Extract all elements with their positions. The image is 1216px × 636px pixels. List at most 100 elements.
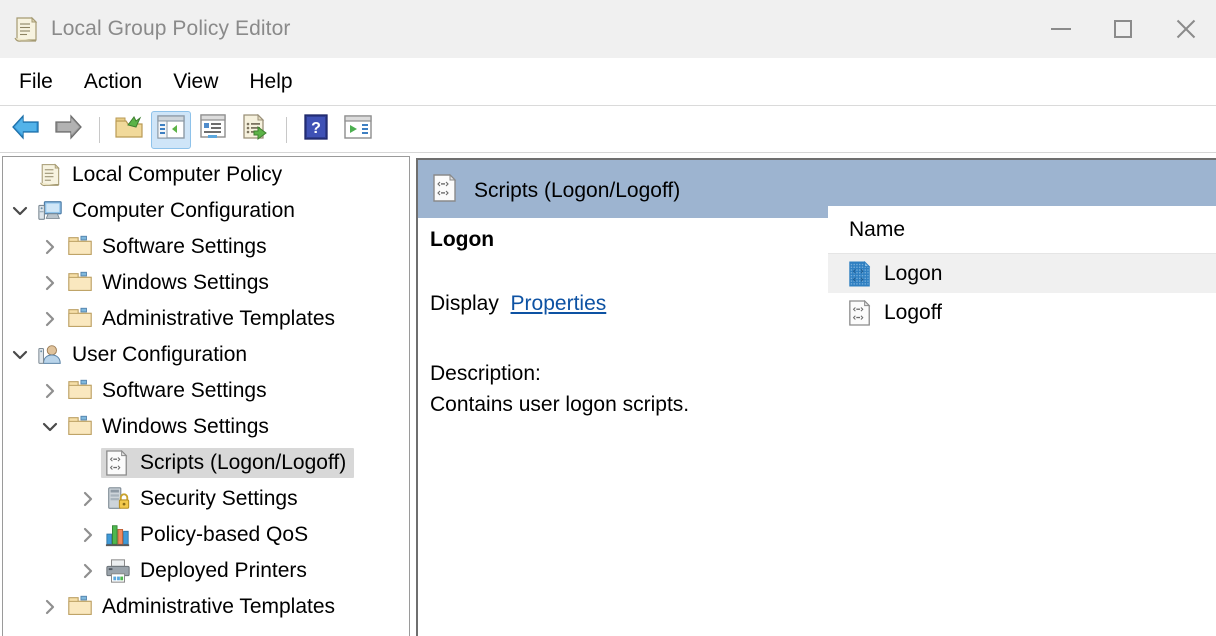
menu-help[interactable]: Help bbox=[237, 66, 304, 98]
tree-node[interactable]: Policy-based QoS bbox=[3, 517, 409, 553]
list-item-label: Logon bbox=[884, 261, 943, 285]
tree-node-content[interactable]: Windows Settings bbox=[63, 412, 277, 442]
tree-node[interactable]: Software Settings bbox=[3, 229, 409, 265]
tree-node-content[interactable]: Software Settings bbox=[63, 232, 275, 262]
user-icon bbox=[37, 342, 63, 368]
tree-node[interactable]: Computer Configuration bbox=[3, 193, 409, 229]
list-item[interactable]: Logon bbox=[828, 254, 1216, 293]
help-question-icon: ? bbox=[303, 114, 329, 145]
chevron-right-icon[interactable] bbox=[77, 524, 99, 546]
forward-button[interactable] bbox=[48, 111, 88, 149]
header-title-group: Scripts (Logon/Logoff) bbox=[432, 173, 680, 207]
menu-action[interactable]: Action bbox=[72, 66, 154, 98]
help-button[interactable]: ? bbox=[296, 111, 336, 149]
tree-node-content[interactable]: Administrative Templates bbox=[63, 304, 343, 334]
properties-link[interactable]: Properties bbox=[511, 292, 607, 315]
folder-icon bbox=[67, 270, 93, 296]
minimize-button[interactable] bbox=[1030, 0, 1092, 58]
back-button[interactable] bbox=[6, 111, 46, 149]
action-pane-icon bbox=[344, 115, 372, 144]
tree-node-label: Administrative Templates bbox=[102, 595, 336, 618]
results-panel: Scripts (Logon/Logoff) Logon Display Pro… bbox=[416, 158, 1216, 636]
tree-node[interactable]: Administrative Templates bbox=[3, 589, 409, 625]
tree-node-label: User Configuration bbox=[72, 343, 248, 366]
show-hide-console-tree-button[interactable] bbox=[151, 110, 191, 149]
selected-item-title: Logon bbox=[430, 228, 495, 251]
tree-node[interactable]: User Configuration bbox=[3, 337, 409, 373]
chevron-right-icon[interactable] bbox=[39, 380, 61, 402]
tree-node[interactable]: Administrative Templates bbox=[3, 301, 409, 337]
list-column-header[interactable]: Name bbox=[828, 206, 1216, 254]
console-tree-panel[interactable]: Local Computer Policy Computer Configurat… bbox=[2, 156, 410, 636]
tree-node-content[interactable]: Deployed Printers bbox=[101, 556, 315, 586]
tree-node-content[interactable]: Security Settings bbox=[101, 484, 306, 514]
tree-node-label: Administrative Templates bbox=[102, 307, 336, 330]
policy-scroll-icon bbox=[11, 14, 41, 44]
chevron-right-icon[interactable] bbox=[39, 596, 61, 618]
script-selected-icon bbox=[848, 260, 873, 287]
tree-node-content[interactable]: Administrative Templates bbox=[63, 592, 343, 622]
tree-node[interactable]: Software Settings bbox=[3, 373, 409, 409]
description-text: Contains user logon scripts. bbox=[430, 393, 690, 416]
bar-chart-icon bbox=[105, 522, 131, 548]
chevron-down-icon[interactable] bbox=[9, 200, 31, 222]
window-controls bbox=[1030, 0, 1216, 58]
menu-view[interactable]: View bbox=[161, 66, 230, 98]
tree-node-label: Local Computer Policy bbox=[72, 163, 283, 186]
security-lock-icon bbox=[105, 486, 131, 512]
tree-node-content[interactable]: Software Settings bbox=[63, 376, 275, 406]
menu-bar: File Action View Help bbox=[0, 58, 1216, 106]
tree-node-content[interactable]: Scripts (Logon/Logoff) bbox=[101, 448, 355, 478]
chevron-right-icon[interactable] bbox=[77, 560, 99, 582]
description-label: Description: bbox=[430, 362, 541, 385]
list-item[interactable]: Logoff bbox=[828, 293, 1216, 332]
tree-node[interactable]: Windows Settings bbox=[3, 409, 409, 445]
svg-text:?: ? bbox=[311, 120, 321, 137]
tree-node-content[interactable]: Windows Settings bbox=[63, 268, 277, 298]
tree-node-content[interactable]: Computer Configuration bbox=[33, 196, 303, 226]
tree-node-label: Policy-based QoS bbox=[140, 523, 309, 546]
tree-node-content[interactable]: Local Computer Policy bbox=[33, 160, 290, 190]
folder-icon bbox=[67, 414, 93, 440]
printer-icon bbox=[105, 558, 131, 584]
scripts-icon bbox=[848, 299, 873, 326]
chevron-right-icon[interactable] bbox=[39, 308, 61, 330]
column-header-name[interactable]: Name bbox=[849, 218, 905, 242]
tree-node[interactable]: Local Computer Policy bbox=[3, 157, 409, 193]
menu-file[interactable]: File bbox=[7, 66, 65, 98]
tree-node[interactable]: Scripts (Logon/Logoff) bbox=[3, 445, 409, 481]
list-rows: Logon Logoff bbox=[828, 254, 1216, 332]
display-label: Display bbox=[430, 292, 499, 315]
tree-node-content[interactable]: Policy-based QoS bbox=[101, 520, 316, 550]
window-title: Local Group Policy Editor bbox=[51, 17, 291, 40]
chevron-right-icon[interactable] bbox=[77, 488, 99, 510]
close-button[interactable] bbox=[1154, 0, 1216, 58]
chevron-down-icon[interactable] bbox=[9, 344, 31, 366]
chevron-down-icon[interactable] bbox=[39, 416, 61, 438]
up-one-level-button[interactable] bbox=[109, 111, 149, 149]
tree-node-label: Security Settings bbox=[140, 487, 298, 510]
folder-icon bbox=[67, 234, 93, 260]
tree-node-content[interactable]: User Configuration bbox=[33, 340, 255, 370]
tree-node[interactable]: Windows Settings bbox=[3, 265, 409, 301]
chevron-right-icon[interactable] bbox=[39, 272, 61, 294]
group-policy-editor-window: Local Group Policy Editor File Action Vi… bbox=[0, 0, 1216, 636]
results-list[interactable]: Name Logon Logoff bbox=[828, 206, 1216, 636]
computer-icon bbox=[37, 198, 63, 224]
tree-node[interactable]: Security Settings bbox=[3, 481, 409, 517]
export-list-icon bbox=[241, 113, 269, 145]
tree-node-label: Windows Settings bbox=[102, 271, 269, 294]
tree-node-label: Software Settings bbox=[102, 379, 267, 402]
tree-node-label: Windows Settings bbox=[102, 415, 269, 438]
properties-button[interactable] bbox=[193, 111, 233, 149]
export-list-button[interactable] bbox=[235, 111, 275, 149]
maximize-icon bbox=[1114, 20, 1132, 38]
tree-node[interactable]: Deployed Printers bbox=[3, 553, 409, 589]
chevron-right-icon[interactable] bbox=[39, 236, 61, 258]
folder-icon bbox=[67, 594, 93, 620]
toolbar-separator bbox=[286, 116, 287, 143]
folder-icon bbox=[67, 378, 93, 404]
console-tree-icon bbox=[157, 115, 185, 144]
show-hide-action-pane-button[interactable] bbox=[338, 111, 378, 149]
maximize-button[interactable] bbox=[1092, 0, 1154, 58]
